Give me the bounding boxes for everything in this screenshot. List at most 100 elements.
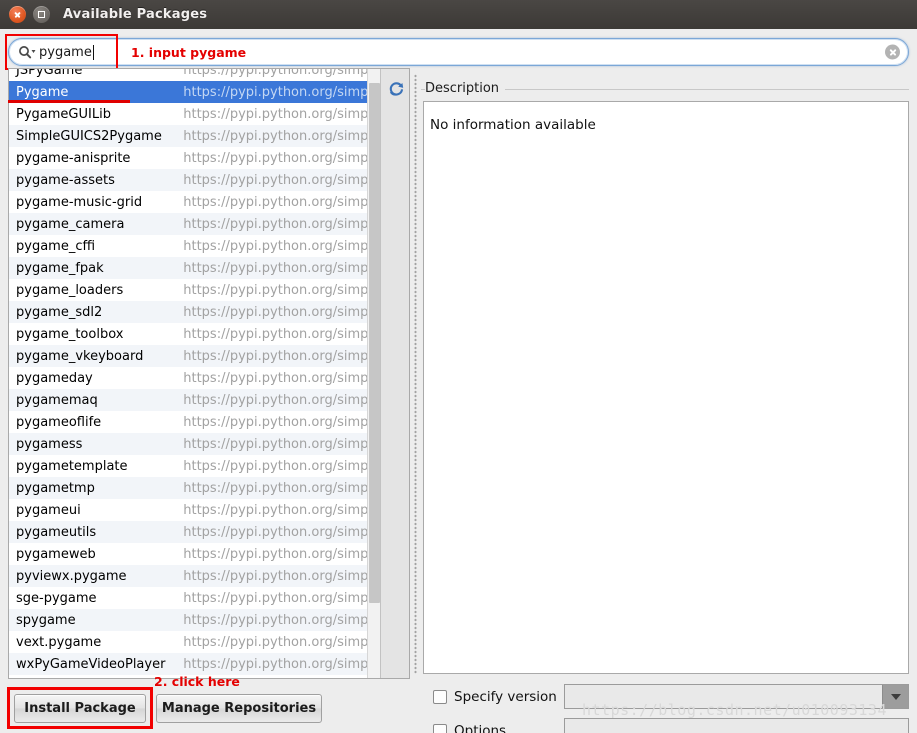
package-name: pygametmp <box>16 480 95 496</box>
options-checkbox[interactable] <box>433 724 447 733</box>
table-row[interactable]: JSPyGame https://pypi.python.org/simple <box>9 69 380 81</box>
table-row[interactable]: pygameutils https://pypi.python.org/simpl… <box>9 521 380 543</box>
package-repository-url: https://pypi.python.org/simple <box>183 216 380 232</box>
panel-splitter[interactable] <box>411 68 420 679</box>
package-repository-url: https://pypi.python.org/simple <box>183 656 380 672</box>
table-row[interactable]: pygametmp https://pypi.python.org/simple <box>9 477 380 499</box>
table-row[interactable]: pygame_camera https://pypi.python.org/sim… <box>9 213 380 235</box>
package-name: pygame_toolbox <box>16 326 124 342</box>
package-name: Pygame <box>16 84 69 100</box>
package-repository-url: https://pypi.python.org/simple <box>183 568 380 584</box>
package-name: pyviewx.pygame <box>16 568 127 584</box>
table-row[interactable]: pygame_sdl2 https://pypi.python.org/simpl… <box>9 301 380 323</box>
package-repository-url: https://pypi.python.org/simple <box>183 436 380 452</box>
table-row[interactable]: pygametemplate https://pypi.python.org/si… <box>9 455 380 477</box>
table-row[interactable]: wxPyGameVideoPlayer https://pypi.python.o… <box>9 653 380 675</box>
package-name: pygame_sdl2 <box>16 304 103 320</box>
table-row[interactable]: pygamess https://pypi.python.org/simple <box>9 433 380 455</box>
window-titlebar: Available Packages <box>0 0 917 29</box>
package-name: pygame-assets <box>16 172 115 188</box>
package-repository-url: https://pypi.python.org/simple <box>183 260 380 276</box>
splitter-grip <box>414 73 417 674</box>
table-row[interactable]: pygameweb https://pypi.python.org/simple <box>9 543 380 565</box>
package-repository-url: https://pypi.python.org/simple <box>183 106 380 122</box>
window-title: Available Packages <box>63 7 208 22</box>
package-repository-url: https://pypi.python.org/simple <box>183 150 380 166</box>
packages-list[interactable]: JSPyGame https://pypi.python.org/simple Py… <box>9 69 380 678</box>
available-packages-window: Available Packages pygame 1. input pygam… <box>0 0 917 733</box>
clear-icon[interactable] <box>885 44 900 60</box>
table-row[interactable]: pygame_fpak https://pypi.python.org/simpl… <box>9 257 380 279</box>
package-name: SimpleGUICS2Pygame <box>16 128 162 144</box>
package-name: pygameday <box>16 370 93 386</box>
table-row[interactable]: PygameGUILib https://pypi.python.org/simp… <box>9 103 380 125</box>
annotation-step-2: 2. click here <box>154 674 240 689</box>
table-row[interactable]: pygame_loaders https://pypi.python.org/si… <box>9 279 380 301</box>
table-row[interactable]: pygame_vkeyboard https://pypi.python.org/… <box>9 345 380 367</box>
package-repository-url: https://pypi.python.org/simple <box>183 304 380 320</box>
package-repository-url: https://pypi.python.org/simple <box>183 546 380 562</box>
package-name: pygamemaq <box>16 392 98 408</box>
package-name: pygamess <box>16 436 83 452</box>
annotation-underline-selected-row <box>8 100 130 103</box>
table-row[interactable]: pygame_cffi https://pypi.python.org/simpl… <box>9 235 380 257</box>
watermark: https://blog.csdn.net/u010093134 <box>582 701 887 719</box>
package-name: pygameoflife <box>16 414 102 430</box>
package-name: pygametemplate <box>16 458 128 474</box>
list-scrollbar-thumb[interactable] <box>369 83 380 603</box>
close-icon[interactable] <box>9 6 26 23</box>
annotation-step-1: 1. input pygame <box>131 45 247 60</box>
package-repository-url: https://pypi.python.org/simple <box>183 69 380 78</box>
package-repository-url: https://pypi.python.org/simple <box>183 590 380 606</box>
package-repository-url: https://pypi.python.org/simple <box>183 414 380 430</box>
package-repository-url: https://pypi.python.org/simple <box>183 282 380 298</box>
package-name: pygameutils <box>16 524 97 540</box>
packages-list-panel: JSPyGame https://pypi.python.org/simple Py… <box>8 68 410 679</box>
text-caret <box>92 44 94 60</box>
package-name: pygame_loaders <box>16 282 124 298</box>
refresh-icon[interactable] <box>386 79 406 99</box>
list-toolbar <box>380 69 409 678</box>
specify-version-checkbox[interactable] <box>433 690 447 704</box>
package-name: pygameui <box>16 502 81 518</box>
package-name: pygame_fpak <box>16 260 104 276</box>
package-repository-url: https://pypi.python.org/simple <box>183 612 380 628</box>
package-repository-url: https://pypi.python.org/simple <box>183 524 380 540</box>
maximize-icon[interactable] <box>33 6 50 23</box>
table-row[interactable]: pygame_toolbox https://pypi.python.org/si… <box>9 323 380 345</box>
package-name: pygame_camera <box>16 216 125 232</box>
table-row[interactable]: pygame-music-grid https://pypi.python.org… <box>9 191 380 213</box>
package-name: JSPyGame <box>16 69 83 78</box>
table-row[interactable]: sge-pygame https://pypi.python.org/simple <box>9 587 380 609</box>
package-repository-url: https://pypi.python.org/simple <box>183 172 380 188</box>
manage-repositories-button[interactable]: Manage Repositories <box>156 694 322 723</box>
table-row[interactable]: pygameui https://pypi.python.org/simple <box>9 499 380 521</box>
table-row[interactable]: pygameday https://pypi.python.org/simple <box>9 367 380 389</box>
package-repository-url: https://pypi.python.org/simple <box>183 502 380 518</box>
description-textarea[interactable]: No information available <box>423 101 909 674</box>
package-name: pygame-anisprite <box>16 150 131 166</box>
search-input-value: pygame <box>39 44 92 60</box>
table-row[interactable]: vext.pygame https://pypi.python.org/simpl… <box>9 631 380 653</box>
package-repository-url: https://pypi.python.org/simple <box>183 634 380 650</box>
package-name: pygame_cffi <box>16 238 96 254</box>
package-repository-url: https://pypi.python.org/simple <box>183 370 380 386</box>
package-name: pygame-music-grid <box>16 194 143 210</box>
table-row[interactable]: pygame-assets https://pypi.python.org/sim… <box>9 169 380 191</box>
install-package-button[interactable]: Install Package <box>14 694 146 723</box>
package-name: sge-pygame <box>16 590 97 606</box>
table-row[interactable]: pygame-anisprite https://pypi.python.org/… <box>9 147 380 169</box>
package-repository-url: https://pypi.python.org/simple <box>183 458 380 474</box>
list-scrollbar[interactable] <box>367 69 380 678</box>
table-row[interactable]: SimpleGUICS2Pygame https://pypi.python.or… <box>9 125 380 147</box>
package-repository-url: https://pypi.python.org/simple <box>183 128 380 144</box>
table-row[interactable]: pygameoflife https://pypi.python.org/simp… <box>9 411 380 433</box>
table-row[interactable]: pygamemaq https://pypi.python.org/simple <box>9 389 380 411</box>
package-name: PygameGUILib <box>16 106 111 122</box>
search-icon <box>18 45 36 59</box>
table-row[interactable]: pyviewx.pygame https://pypi.python.org/si… <box>9 565 380 587</box>
table-row[interactable]: spygame https://pypi.python.org/simple <box>9 609 380 631</box>
description-group-label: Description <box>425 81 506 96</box>
options-label: Options <box>454 723 507 733</box>
options-input[interactable] <box>564 718 909 733</box>
